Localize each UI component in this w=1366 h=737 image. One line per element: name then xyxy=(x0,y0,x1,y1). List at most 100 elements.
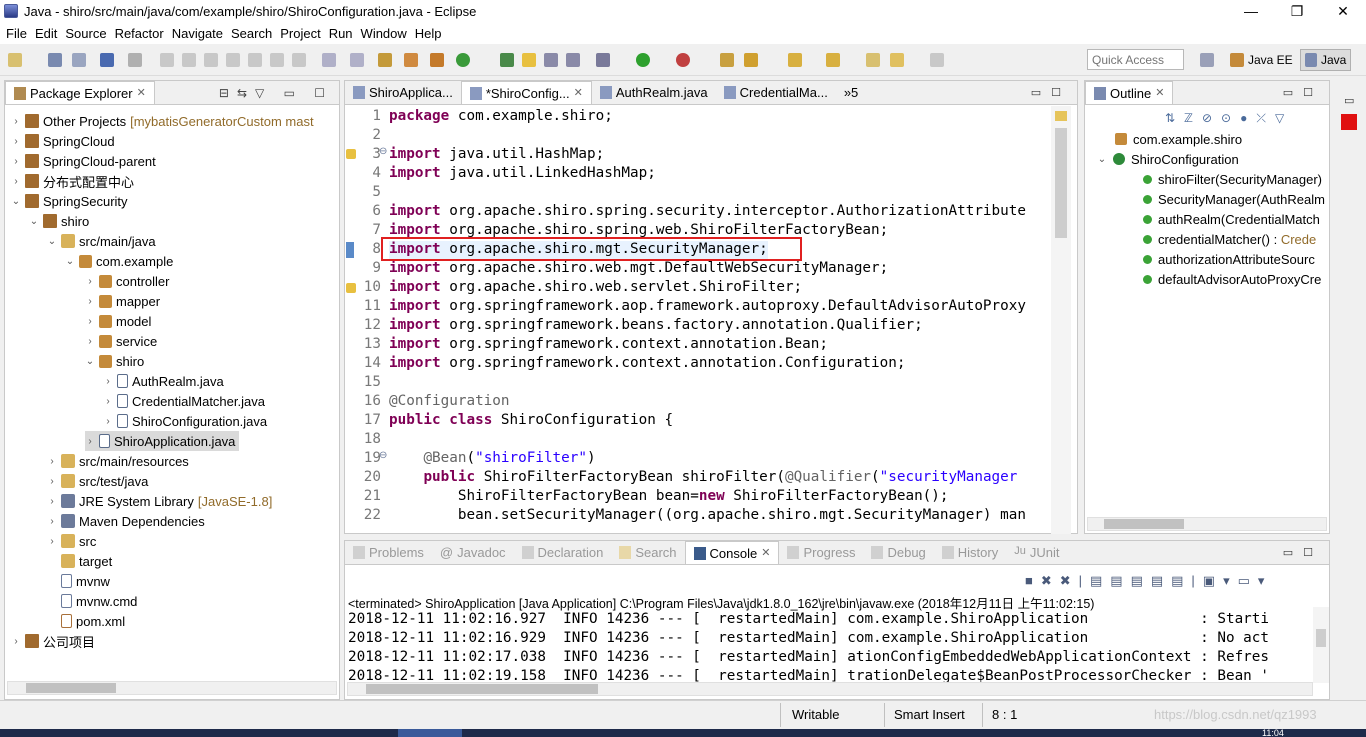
tab-debug[interactable]: Debug xyxy=(863,541,933,564)
tab-javadoc[interactable]: @ Javadoc xyxy=(432,541,514,564)
tree-item[interactable]: pom.xml xyxy=(47,611,125,631)
menu-edit[interactable]: Edit xyxy=(33,26,63,41)
warning-marker[interactable] xyxy=(1055,111,1067,121)
tree-item[interactable]: › mapper xyxy=(85,291,160,311)
tab-problems[interactable]: Problems xyxy=(345,541,432,564)
use-step-filters-icon[interactable] xyxy=(350,53,364,67)
chevron-right-icon[interactable]: › xyxy=(11,136,21,147)
code-line[interactable]: @Bean("shiroFilter") xyxy=(389,450,595,469)
outline-item[interactable]: SecurityManager(AuthRealm xyxy=(1143,189,1325,209)
chevron-down-icon[interactable]: ⌄ xyxy=(47,236,57,247)
maximize-button[interactable]: ❐ xyxy=(1274,0,1320,22)
last-edit-location-icon[interactable] xyxy=(866,53,880,67)
tree-item[interactable]: ⌄ SpringSecurity xyxy=(11,191,128,211)
disconnect-icon[interactable] xyxy=(226,53,240,67)
outline-item[interactable]: authRealm(CredentialMatch xyxy=(1143,209,1320,229)
chevron-right-icon[interactable]: › xyxy=(47,456,57,467)
new-server-icon[interactable] xyxy=(404,53,418,67)
tree-item[interactable]: › AuthRealm.java xyxy=(103,371,223,391)
restore-icon[interactable]: ▭ xyxy=(1344,94,1354,107)
open-perspective-icon[interactable] xyxy=(1200,53,1214,67)
code-line[interactable]: import org.apache.shiro.spring.security.… xyxy=(389,203,1026,222)
chevron-down-icon[interactable]: ⌄ xyxy=(11,196,21,207)
close-icon[interactable]: ✕ xyxy=(761,546,770,564)
outline-item[interactable]: authorizationAttributeSourc xyxy=(1143,249,1315,269)
menu-help[interactable]: Help xyxy=(413,26,448,41)
perspective-java-ee[interactable]: Java EE xyxy=(1226,49,1297,71)
menu-source[interactable]: Source xyxy=(63,26,112,41)
close-button[interactable]: ✕ xyxy=(1320,0,1366,22)
chevron-down-icon[interactable]: ⌄ xyxy=(1097,154,1107,165)
tab-search[interactable]: Search xyxy=(611,541,684,564)
code-line[interactable]: public ShiroFilterFactoryBean shiroFilte… xyxy=(389,469,1017,488)
tab-shiroapplication[interactable]: ShiroApplica... xyxy=(345,81,461,104)
code-line[interactable]: import org.apache.shiro.spring.web.Shiro… xyxy=(389,222,888,241)
code-line[interactable]: bean.setSecurityManager((org.apache.shir… xyxy=(389,507,1026,526)
close-icon[interactable]: ✕ xyxy=(574,86,583,104)
tree-item[interactable]: › SpringCloud-parent xyxy=(11,151,155,171)
horizontal-scrollbar[interactable] xyxy=(1087,517,1327,531)
chevron-right-icon[interactable]: › xyxy=(11,636,21,647)
code-line[interactable]: import org.springframework.context.annot… xyxy=(389,336,828,355)
save-icon[interactable] xyxy=(48,53,62,67)
menu-file[interactable]: File xyxy=(4,26,33,41)
tab-credentialmatcher[interactable]: CredentialMa... xyxy=(716,81,836,104)
code-line[interactable]: import org.springframework.aop.framework… xyxy=(389,298,1026,317)
tab-progress[interactable]: Progress xyxy=(779,541,863,564)
outline-item[interactable]: com.example.shiro xyxy=(1115,129,1242,149)
chevron-right-icon[interactable]: › xyxy=(47,536,57,547)
chevron-down-icon[interactable]: ⌄ xyxy=(85,356,95,367)
outline-item[interactable]: credentialMatcher() : Crede xyxy=(1143,229,1316,249)
chevron-right-icon[interactable]: › xyxy=(85,276,95,287)
tree-item[interactable]: ⌄ shiro xyxy=(29,211,89,231)
next-annotation-icon[interactable] xyxy=(788,53,802,67)
console-minmax-icons[interactable]: ▭☐ xyxy=(1283,546,1323,559)
code-line[interactable]: import org.springframework.beans.factory… xyxy=(389,317,923,336)
tree-item[interactable]: › SpringCloud xyxy=(11,131,114,151)
tab-junit[interactable]: Ju JUnit xyxy=(1006,541,1067,564)
tree-item[interactable]: › controller xyxy=(85,271,169,291)
open-task-icon[interactable] xyxy=(720,53,734,67)
code-line[interactable]: import java.util.LinkedHashMap; xyxy=(389,165,656,184)
search-tool-icon[interactable] xyxy=(744,53,758,67)
chevron-right-icon[interactable]: › xyxy=(85,296,95,307)
close-icon[interactable]: ✕ xyxy=(1155,86,1164,104)
chevron-right-icon[interactable]: › xyxy=(103,416,113,427)
chevron-down-icon[interactable]: ⌄ xyxy=(29,216,39,227)
code-line[interactable]: import org.apache.shiro.web.servlet.Shir… xyxy=(389,279,802,298)
warning-icon[interactable] xyxy=(346,149,356,159)
mark-occurrences-icon[interactable] xyxy=(522,53,536,67)
step-into-icon[interactable] xyxy=(248,53,262,67)
tree-item[interactable]: › 分布式配置中心 xyxy=(11,171,134,191)
quick-access-input[interactable] xyxy=(1087,49,1184,70)
previous-annotation-icon[interactable] xyxy=(826,53,840,67)
scrollbar-thumb[interactable] xyxy=(26,683,116,693)
tree-item[interactable]: › CredentialMatcher.java xyxy=(103,391,265,411)
chevron-right-icon[interactable]: › xyxy=(11,116,21,127)
tree-item[interactable]: target xyxy=(47,551,112,571)
horizontal-scrollbar[interactable] xyxy=(7,681,337,695)
terminal-icon[interactable] xyxy=(100,53,114,67)
code-area[interactable]: 1 package com.example.shiro; 2 ⊖ 3 import jav… xyxy=(345,106,1051,534)
scrollbar-thumb[interactable] xyxy=(366,684,598,694)
chevron-down-icon[interactable]: ⌄ xyxy=(65,256,75,267)
tab-authrealm[interactable]: AuthRealm.java xyxy=(592,81,716,104)
forward-icon[interactable] xyxy=(930,53,944,67)
task-list-icon[interactable] xyxy=(1341,114,1357,130)
chevron-right-icon[interactable]: › xyxy=(47,516,57,527)
tree-item[interactable]: › src xyxy=(47,531,96,551)
console-toolbar-icons[interactable]: ■✖✖|▤▤▤▤▤|▣▾▭▾ xyxy=(1025,573,1272,589)
debug-settings-icon[interactable] xyxy=(596,53,610,67)
chevron-right-icon[interactable]: › xyxy=(85,336,95,347)
code-line[interactable]: import java.util.HashMap; xyxy=(389,146,604,165)
drop-to-frame-icon[interactable] xyxy=(322,53,336,67)
skip-breakpoints-icon[interactable] xyxy=(128,53,142,67)
scrollbar-thumb[interactable] xyxy=(1316,629,1326,647)
save-all-icon[interactable] xyxy=(72,53,86,67)
tree-item[interactable]: ⌄ src/main/java xyxy=(47,231,156,251)
tree-item[interactable]: ⌄ com.example xyxy=(65,251,174,271)
code-line[interactable]: ShiroFilterFactoryBean bean=new ShiroFil… xyxy=(389,488,949,507)
terminate-icon[interactable] xyxy=(204,53,218,67)
new-icon[interactable] xyxy=(8,53,22,67)
editor-minmax-icons[interactable]: ▭☐ xyxy=(1031,86,1071,99)
